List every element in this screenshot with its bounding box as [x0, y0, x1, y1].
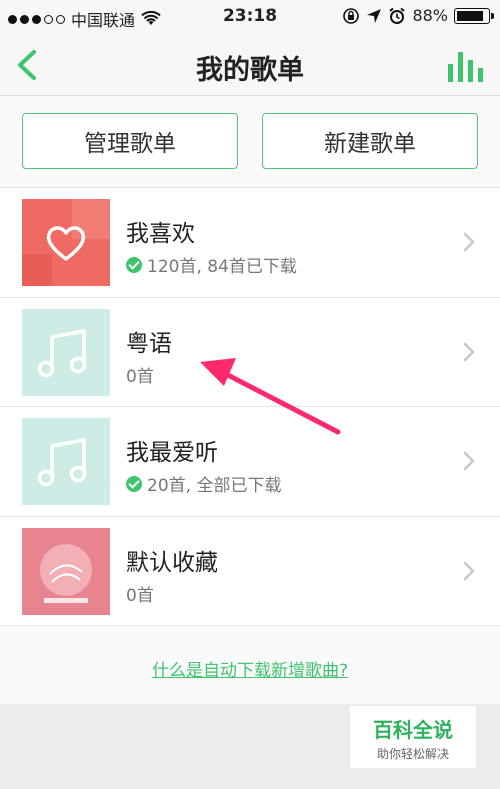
nav-bar: 我的歌单: [0, 34, 500, 96]
playlist-name: 我最爱听: [126, 440, 218, 466]
auto-download-help-link[interactable]: 什么是自动下载新增歌曲?: [0, 656, 500, 681]
heart-cover-icon: [22, 199, 110, 286]
playlist-meta-text: 0首: [126, 585, 154, 606]
playlist-name: 粤语: [126, 330, 172, 357]
playlist-cover: [22, 199, 110, 286]
playlist-meta-text: 120首, 84首已下载: [147, 257, 297, 277]
alarm-icon: [389, 7, 406, 24]
rotation-lock-icon: [343, 7, 360, 24]
watermark-logo: 百科全说 助你轻松解决: [350, 706, 476, 768]
equalizer-icon[interactable]: [446, 50, 486, 82]
chevron-right-icon: [463, 232, 475, 252]
playlist-name: 默认收藏: [126, 549, 218, 576]
playlist-list: 我喜欢 120首, 84首已下载 粤语 0首 我最爱听 20首, 全部已下载 默…: [0, 188, 500, 626]
playlist-meta: 0首: [126, 581, 154, 606]
playlist-row-most-loved[interactable]: 我最爱听 20首, 全部已下载: [0, 407, 500, 517]
downloaded-check-icon: [126, 256, 142, 273]
playlist-actions: 管理歌单 新建歌单: [0, 96, 500, 188]
battery-icon: [454, 7, 494, 24]
playlist-row-cantonese[interactable]: 粤语 0首: [0, 298, 500, 407]
new-playlist-button[interactable]: 新建歌单: [262, 113, 478, 169]
battery-percent: 88%: [412, 6, 448, 25]
phone-screen: 中国联通 23:18 88% 我的歌单 管理歌单 新建歌单 我喜欢 120首, …: [0, 0, 500, 789]
page-title: 我的歌单: [196, 55, 304, 86]
playlist-cover: [22, 308, 110, 396]
downloaded-check-icon: [126, 475, 142, 492]
help-link-area: 什么是自动下载新增歌曲?: [0, 626, 500, 704]
playlist-cover: [22, 527, 110, 615]
playlist-row-default[interactable]: 默认收藏 0首: [0, 517, 500, 626]
watermark-title: 百科全说: [373, 718, 453, 742]
playlist-cover: [22, 418, 110, 505]
chevron-right-icon: [463, 561, 475, 580]
playlist-meta-text: 0首: [126, 366, 154, 387]
playlist-row-favorites[interactable]: 我喜欢 120首, 84首已下载: [0, 188, 500, 298]
status-right: 88%: [342, 6, 494, 25]
location-icon: [367, 8, 382, 23]
playlist-meta-text: 20首, 全部已下载: [147, 476, 282, 496]
music-note-icon: [22, 418, 110, 505]
manage-playlists-button[interactable]: 管理歌单: [22, 113, 238, 169]
playlist-meta: 20首, 全部已下载: [126, 471, 281, 496]
photo-cover-icon: [22, 527, 110, 615]
watermark-subtitle: 助你轻松解决: [376, 747, 449, 761]
playlist-meta: 0首: [126, 362, 154, 387]
music-note-icon: [22, 308, 110, 396]
playlist-name: 我喜欢: [126, 221, 195, 247]
status-bar: 中国联通 23:18 88%: [0, 0, 500, 34]
chevron-right-icon: [463, 451, 475, 471]
chevron-right-icon: [463, 342, 475, 361]
playlist-meta: 120首, 84首已下载: [126, 252, 297, 277]
